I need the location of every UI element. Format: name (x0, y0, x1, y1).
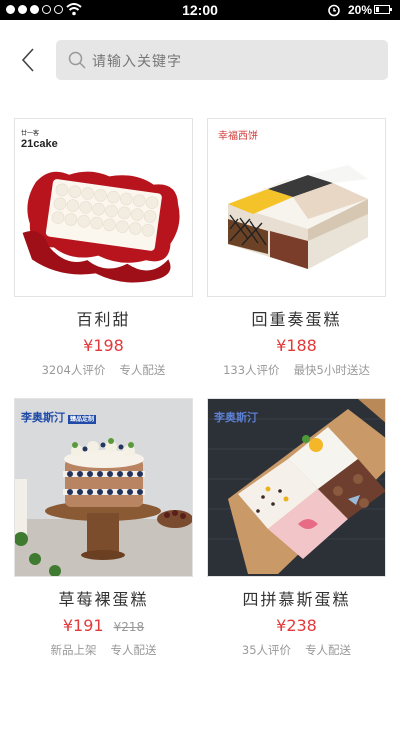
product-card[interactable]: 李奥斯汀 臻品定制 草莓裸蛋糕 ¥191 ¥218 新品上架 专人配送 (14, 398, 193, 658)
search-header: 请输入关键字 (0, 20, 400, 100)
product-price: ¥188 (276, 336, 317, 355)
price-row: ¥198 (14, 336, 193, 356)
review-count: 35人评价 (241, 643, 292, 657)
product-meta: 35人评价 专人配送 (207, 642, 386, 658)
product-name: 回重奏蛋糕 (251, 310, 342, 329)
review-count: 3204人评价 (41, 363, 106, 377)
product-card[interactable]: 廿一客 21cake 百利甜 ¥198 3204人评价 专人配送 (14, 118, 193, 378)
search-placeholder: 请输入关键字 (92, 54, 182, 70)
product-tag: 新品上架 (50, 643, 97, 657)
battery-percent: 20% (348, 3, 373, 17)
product-image: 李奥斯汀 (207, 398, 386, 577)
back-button[interactable] (18, 47, 42, 73)
brand-logo: 李奥斯汀 臻品定制 (21, 411, 97, 424)
status-bar: 12:00 20% (0, 0, 400, 20)
price-row: ¥191 ¥218 (14, 616, 193, 636)
delivery-info: 专人配送 (119, 363, 166, 377)
product-card[interactable]: 幸福西饼 回重奏蛋糕 ¥188 133人评价 最快5小时送达 (207, 118, 386, 378)
review-count: 133人评价 (223, 363, 280, 377)
product-card[interactable]: 李奥斯汀 四拼慕斯蛋糕 ¥238 35人评价 专人配送 (207, 398, 386, 658)
product-meta: 133人评价 最快5小时送达 (207, 362, 386, 378)
product-price: ¥238 (276, 616, 317, 635)
product-name: 草莓裸蛋糕 (58, 590, 149, 609)
product-image: 李奥斯汀 臻品定制 (14, 398, 193, 577)
product-meta: 3204人评价 专人配送 (14, 362, 193, 378)
brand-logo: 幸福西饼 (218, 131, 258, 142)
chevron-left-icon (21, 48, 34, 72)
product-image: 廿一客 21cake (14, 118, 193, 297)
brand-logo: 廿一客 21cake (21, 131, 58, 150)
delivery-info: 专人配送 (110, 643, 157, 657)
product-meta: 新品上架 专人配送 (14, 642, 193, 658)
product-old-price: ¥218 (113, 620, 145, 634)
search-icon (68, 51, 86, 69)
battery-icon (374, 5, 392, 14)
product-name: 百利甜 (76, 310, 131, 329)
search-input[interactable]: 请输入关键字 (56, 40, 388, 80)
product-name: 四拼慕斯蛋糕 (242, 590, 351, 609)
brand-logo: 李奥斯汀 (214, 411, 258, 424)
product-image: 幸福西饼 (207, 118, 386, 297)
delivery-info: 最快5小时送达 (293, 363, 370, 377)
delivery-info: 专人配送 (305, 643, 352, 657)
product-price: ¥198 (83, 336, 124, 355)
product-price: ¥191 (62, 616, 104, 635)
alarm-icon (328, 4, 340, 17)
price-row: ¥238 (207, 616, 386, 636)
price-row: ¥188 (207, 336, 386, 356)
